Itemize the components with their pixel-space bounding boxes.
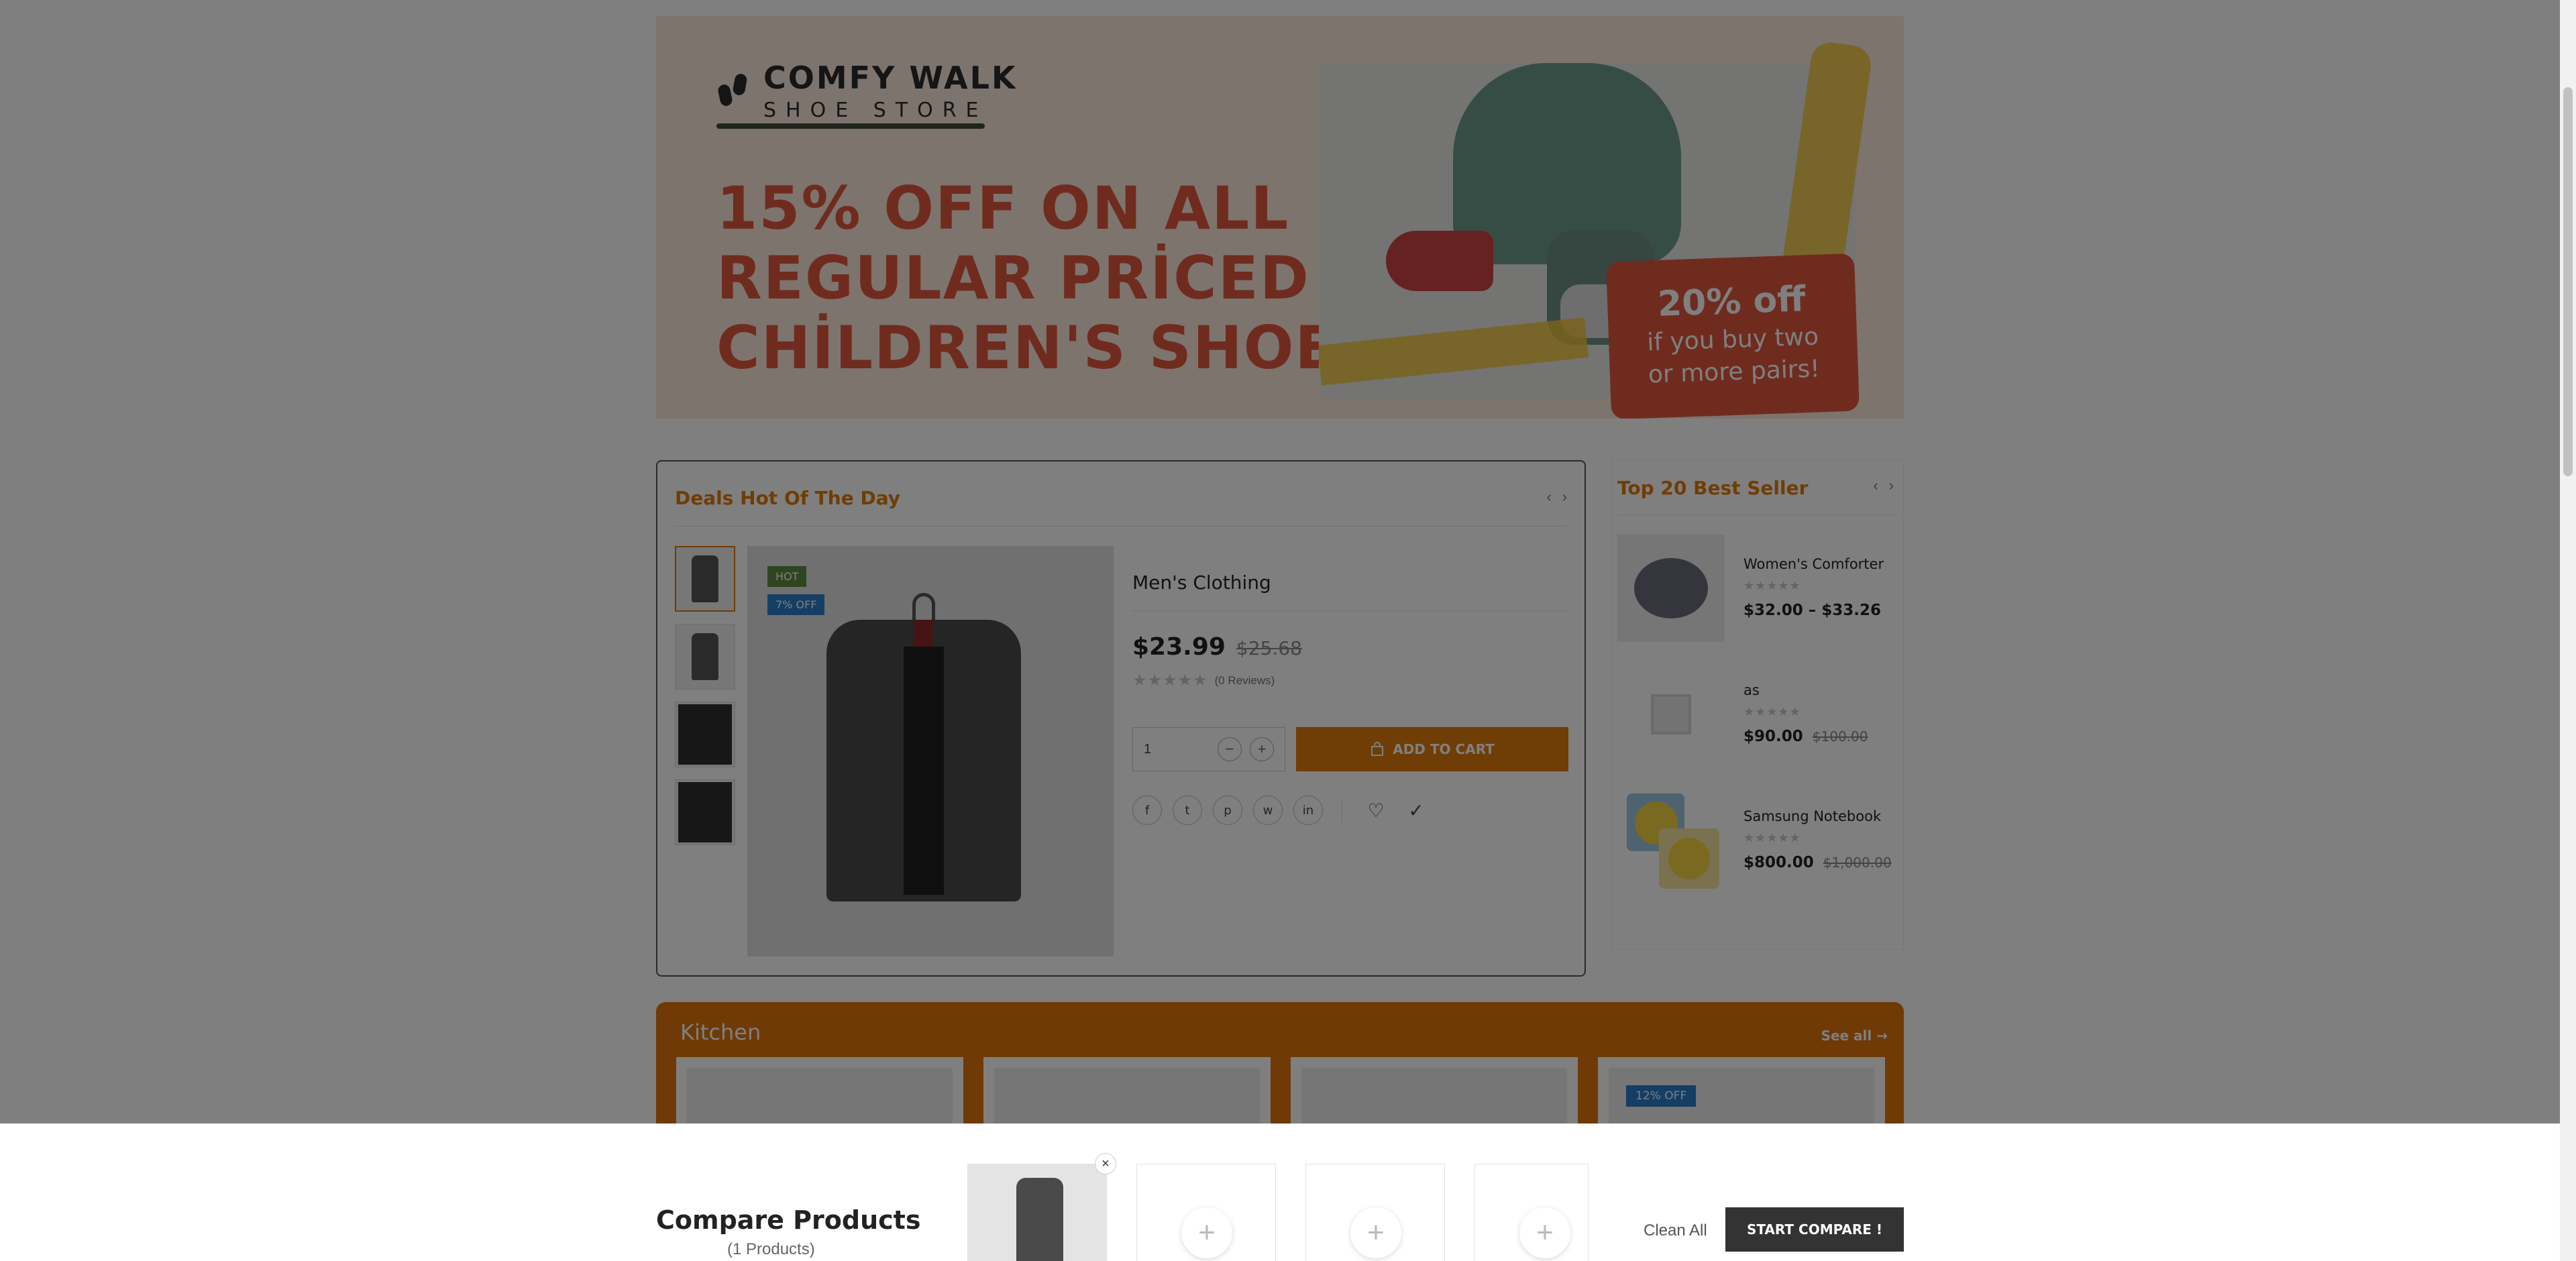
plus-icon[interactable]: +: [1350, 1207, 1401, 1258]
compare-title: Compare Products: [656, 1205, 921, 1235]
scrollbar-thumb[interactable]: [2563, 87, 2573, 476]
close-icon[interactable]: ×: [1095, 1153, 1116, 1174]
compare-count: (1 Products): [727, 1240, 815, 1258]
coat-image: [1016, 1178, 1063, 1261]
plus-icon[interactable]: +: [1519, 1207, 1570, 1258]
compare-slot-empty[interactable]: +: [1474, 1164, 1589, 1261]
compare-slot-empty[interactable]: +: [1136, 1164, 1276, 1261]
compare-slot-empty[interactable]: +: [1305, 1164, 1445, 1261]
modal-overlay[interactable]: [0, 0, 2560, 1123]
plus-icon[interactable]: +: [1181, 1207, 1232, 1258]
compare-slot[interactable]: [967, 1164, 1107, 1261]
start-compare-button[interactable]: START COMPARE !: [1725, 1207, 1904, 1252]
clean-all-button[interactable]: Clean All: [1644, 1221, 1707, 1240]
compare-bar: Compare Products (1 Products) × + + + Cl…: [0, 1123, 2560, 1261]
scrollbar[interactable]: [2560, 0, 2576, 1261]
